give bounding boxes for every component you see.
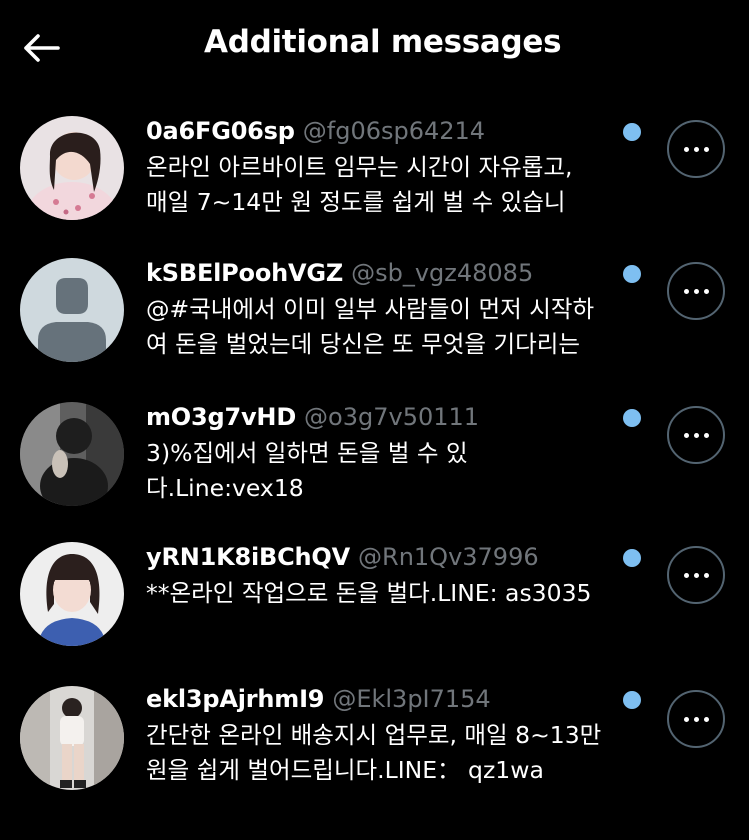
more-button[interactable] xyxy=(667,120,725,178)
sender-name-line: 0a6FG06sp @fg06sp64214 xyxy=(146,116,485,146)
avatar[interactable] xyxy=(20,542,124,646)
handle: @Rn1Qv37996 xyxy=(358,543,539,571)
message-request-item[interactable]: mO3g7vHD @o3g7v50111 3)%집에서 일하면 돈을 벌 수 있 … xyxy=(0,394,749,534)
message-preview: **온라인 작업으로 돈을 벌다.LINE: as3035 xyxy=(146,576,646,611)
sender-name-line: ekl3pAjrhmI9 @Ekl3pI7154 xyxy=(146,684,491,714)
back-button[interactable] xyxy=(18,26,64,70)
avatar[interactable] xyxy=(20,258,124,362)
more-horizontal-icon xyxy=(683,146,709,152)
unread-indicator xyxy=(623,123,641,141)
display-name: 0a6FG06sp xyxy=(146,117,295,145)
message-line: @#국내에서 이미 일부 사람들이 먼저 시작하 xyxy=(146,295,595,323)
more-horizontal-icon xyxy=(683,432,709,438)
message-line: **온라인 작업으로 돈을 벌다.LINE: as3035 xyxy=(146,579,592,607)
display-name: mO3g7vHD xyxy=(146,403,297,431)
more-horizontal-icon xyxy=(683,572,709,578)
handle: @o3g7v50111 xyxy=(304,403,480,431)
handle: @sb_vgz48085 xyxy=(351,259,534,287)
message-line: 매일 7~14만 원 정도를 쉽게 벌 수 있습니 xyxy=(146,188,566,216)
message-preview: 3)%집에서 일하면 돈을 벌 수 있 다.Line:vex18 xyxy=(146,436,646,506)
message-line: 온라인 아르바이트 임무는 시간이 자유롭고, xyxy=(146,153,573,181)
message-preview: 간단한 온라인 배송지시 업무로, 매일 8~13만 원을 쉽게 벌어드립니다.… xyxy=(146,718,646,788)
handle: @fg06sp64214 xyxy=(302,117,486,145)
message-request-item[interactable]: 0a6FG06sp @fg06sp64214 온라인 아르바이트 임무는 시간이 … xyxy=(0,108,749,248)
unread-indicator xyxy=(623,549,641,567)
arrow-left-icon xyxy=(24,34,60,62)
handle: @Ekl3pI7154 xyxy=(332,685,491,713)
message-preview: 온라인 아르바이트 임무는 시간이 자유롭고, 매일 7~14만 원 정도를 쉽… xyxy=(146,150,646,220)
message-line: 3)%집에서 일하면 돈을 벌 수 있 xyxy=(146,439,468,467)
more-horizontal-icon xyxy=(683,716,709,722)
sender-name-line: kSBElPoohVGZ @sb_vgz48085 xyxy=(146,258,533,288)
more-button[interactable] xyxy=(667,262,725,320)
default-avatar-icon xyxy=(20,258,124,362)
unread-indicator xyxy=(623,409,641,427)
message-request-item[interactable]: yRN1K8iBChQV @Rn1Qv37996 **온라인 작업으로 돈을 벌다… xyxy=(0,536,749,676)
header: Additional messages xyxy=(0,0,749,96)
message-request-item[interactable]: kSBElPoohVGZ @sb_vgz48085 @#국내에서 이미 일부 사람… xyxy=(0,250,749,390)
unread-indicator xyxy=(623,691,641,709)
message-line: 간단한 온라인 배송지시 업무로, 매일 8~13만 xyxy=(146,721,602,749)
display-name: kSBElPoohVGZ xyxy=(146,259,344,287)
avatar[interactable] xyxy=(20,116,124,220)
message-line: 다.Line:vex18 xyxy=(146,474,304,502)
more-button[interactable] xyxy=(667,690,725,748)
avatar[interactable] xyxy=(20,686,124,790)
message-line: 원을 쉽게 벌어드립니다.LINE： qz1wa xyxy=(146,756,544,784)
additional-messages-screen: Additional messages 0a6FG06sp @fg06sp6421… xyxy=(0,0,749,840)
display-name: yRN1K8iBChQV xyxy=(146,543,351,571)
display-name: ekl3pAjrhmI9 xyxy=(146,685,325,713)
avatar[interactable] xyxy=(20,402,124,506)
page-title: Additional messages xyxy=(204,24,562,60)
more-button[interactable] xyxy=(667,546,725,604)
more-horizontal-icon xyxy=(683,288,709,294)
message-line: 여 돈을 벌었는데 당신은 또 무엇을 기다리는 xyxy=(146,330,580,358)
sender-name-line: yRN1K8iBChQV @Rn1Qv37996 xyxy=(146,542,539,572)
sender-name-line: mO3g7vHD @o3g7v50111 xyxy=(146,402,479,432)
message-preview: @#국내에서 이미 일부 사람들이 먼저 시작하 여 돈을 벌었는데 당신은 또… xyxy=(146,292,646,362)
unread-indicator xyxy=(623,265,641,283)
message-request-item[interactable]: ekl3pAjrhmI9 @Ekl3pI7154 간단한 온라인 배송지시 업무로… xyxy=(0,678,749,818)
more-button[interactable] xyxy=(667,406,725,464)
